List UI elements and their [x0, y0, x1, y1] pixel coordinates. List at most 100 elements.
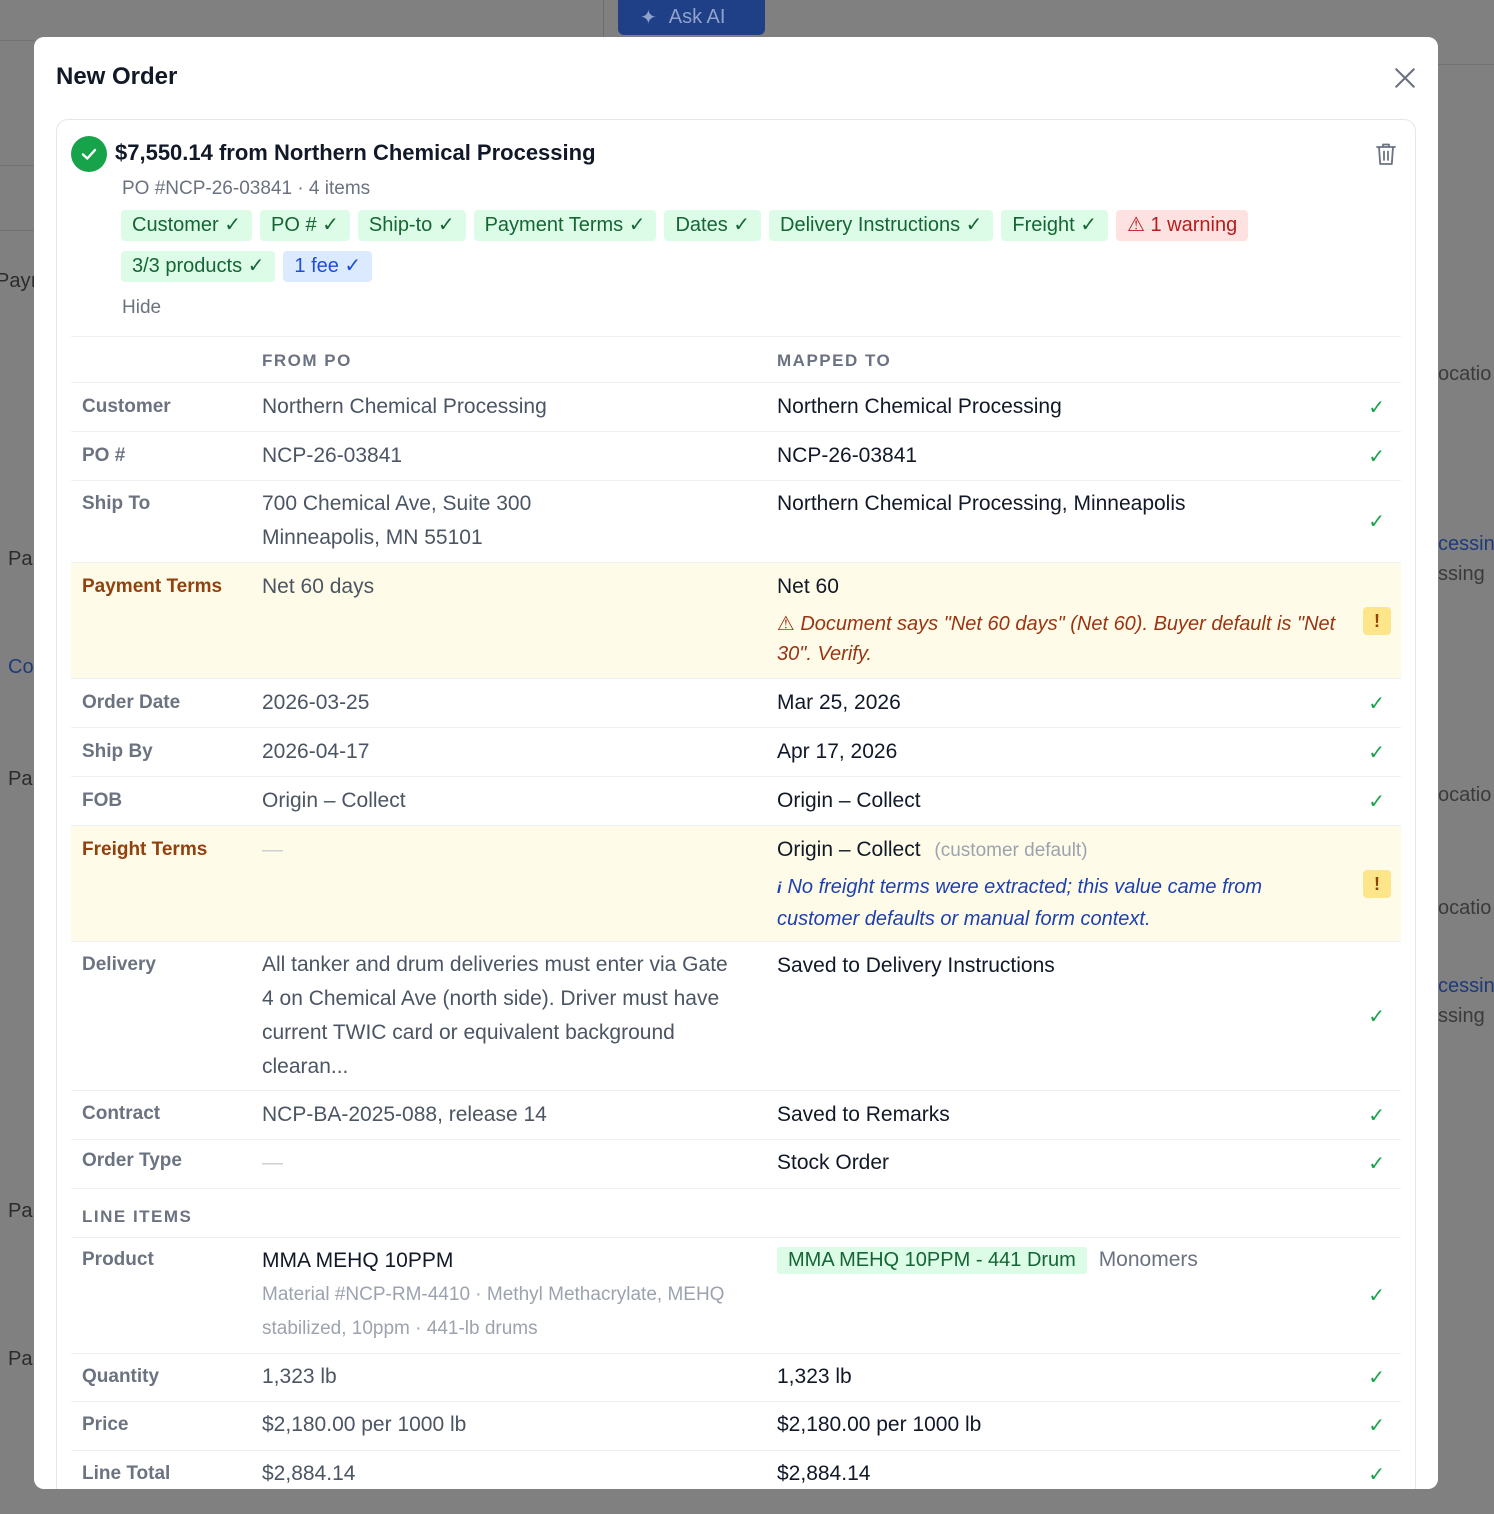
row-from: Origin – Collect	[262, 789, 406, 812]
bg-fragment: ocatio	[1438, 363, 1492, 385]
order-card: $7,550.14 from Northern Chemical Process…	[56, 119, 1416, 1489]
row-label: Freight Terms	[82, 839, 208, 860]
warning-icon: !	[1363, 870, 1391, 898]
bg-fragment: Co	[8, 656, 34, 678]
row-label: Quantity	[82, 1366, 160, 1387]
row-label: Payment Terms	[82, 576, 223, 597]
row-to: Origin – Collect	[777, 789, 921, 812]
table-row-warning: Freight Terms — Origin – Collect (custom…	[71, 825, 1401, 941]
row-to: Apr 17, 2026	[777, 740, 898, 763]
row-to: Northern Chemical Processing, Minneapoli…	[777, 492, 1186, 515]
table-row: Contract NCP-BA-2025-088, release 14 Sav…	[71, 1090, 1401, 1139]
row-label: Customer	[82, 396, 171, 417]
hide-toggle[interactable]: Hide	[122, 297, 161, 319]
row-to: $2,884.14	[777, 1462, 871, 1485]
chip-customer: Customer ✓	[121, 210, 253, 241]
table-row: Order Date 2026-03-25 Mar 25, 2026 ✓	[71, 678, 1401, 727]
bg-divider	[0, 165, 34, 166]
mapping-table: FROM PO MAPPED TO Customer Northern Chem…	[71, 336, 1401, 1489]
ask-ai-button[interactable]: ✦ Ask AI	[618, 0, 765, 35]
table-row: Price $2,180.00 per 1000 lb $2,180.00 pe…	[71, 1401, 1401, 1450]
row-label: Line Total	[82, 1463, 171, 1484]
bg-fragment: cessin	[1438, 533, 1494, 555]
table-row: Ship By 2026-04-17 Apr 17, 2026 ✓	[71, 727, 1401, 776]
chip-fee: 1 fee ✓	[283, 251, 373, 282]
row-from: $2,180.00 per 1000 lb	[262, 1413, 467, 1436]
table-row: Customer Northern Chemical Processing No…	[71, 382, 1401, 431]
check-icon: ✓	[1368, 742, 1385, 764]
ask-ai-label: Ask AI	[668, 6, 726, 28]
warning-icon: !	[1363, 607, 1391, 635]
mapped-product-chip[interactable]: MMA MEHQ 10PPM - 441 Drum	[777, 1247, 1087, 1274]
chip-payment-terms: Payment Terms ✓	[473, 210, 657, 241]
default-tag: (customer default)	[934, 840, 1088, 861]
row-from: 700 Chemical Ave, Suite 300 Minneapolis,…	[262, 487, 732, 555]
bg-divider	[603, 0, 604, 37]
table-row: PO # NCP-26-03841 NCP-26-03841 ✓	[71, 431, 1401, 480]
table-header: FROM PO MAPPED TO	[71, 336, 1401, 382]
po-subline: PO #NCP-26-03841 · 4 items	[122, 178, 371, 199]
check-icon: ✓	[1368, 397, 1385, 419]
row-to: Northern Chemical Processing	[777, 395, 1062, 418]
row-from: 2026-03-25	[262, 691, 370, 714]
bg-fragment: Payı	[0, 270, 37, 292]
row-label: Delivery	[82, 954, 156, 975]
line-items-header: LINE ITEMS	[71, 1188, 1401, 1237]
bg-divider	[0, 40, 34, 41]
check-circle-icon	[71, 136, 107, 172]
row-from-empty: —	[262, 838, 283, 861]
product-category: Monomers	[1098, 1248, 1198, 1271]
table-row: Order Type — Stock Order ✓	[71, 1139, 1401, 1188]
row-label: Product	[82, 1249, 154, 1270]
table-row-warning: Payment Terms Net 60 days Net 60 ⚠ Docum…	[71, 562, 1401, 678]
row-to: 1,323 lb	[777, 1365, 852, 1388]
row-label: Ship To	[82, 493, 151, 514]
info-note: i No freight terms were extracted; this v…	[777, 872, 1337, 934]
trash-icon[interactable]	[1375, 142, 1397, 166]
row-to: NCP-26-03841	[777, 444, 918, 467]
bg-fragment: Pa	[8, 1200, 33, 1222]
bg-fragment: ocatio	[1438, 897, 1492, 919]
check-icon: ✓	[1368, 446, 1385, 468]
close-icon[interactable]	[1392, 65, 1418, 91]
product-name: MMA MEHQ 10PPM	[262, 1249, 454, 1272]
chip-freight: Freight ✓	[1001, 210, 1108, 241]
row-to: Mar 25, 2026	[777, 691, 901, 714]
bg-fragment: ssing	[1438, 563, 1485, 585]
row-label: PO #	[82, 445, 126, 466]
chip-warning: ⚠ 1 warning	[1115, 210, 1249, 241]
chip-dates: Dates ✓	[664, 210, 762, 241]
chip-po: PO # ✓	[260, 210, 350, 241]
row-label: Order Date	[82, 692, 181, 713]
mapped-value: Origin – Collect	[777, 838, 921, 861]
table-row: Ship To 700 Chemical Ave, Suite 300 Minn…	[71, 480, 1401, 562]
bg-fragment: Pa	[8, 1348, 33, 1370]
row-label: Contract	[82, 1103, 161, 1124]
bg-fragment: ocatio	[1438, 784, 1492, 806]
row-from: NCP-26-03841	[262, 444, 403, 467]
check-icon: ✓	[1368, 1285, 1385, 1307]
header-from-po: FROM PO	[262, 351, 352, 370]
modal-title: New Order	[56, 63, 178, 90]
bg-fragment: ssing	[1438, 1005, 1485, 1027]
row-from: Net 60 days	[262, 575, 375, 598]
row-to: MMA MEHQ 10PPM - 441 Drum Monomers	[777, 1247, 1337, 1274]
check-icon: ✓	[1368, 1105, 1385, 1127]
row-from: MMA MEHQ 10PPM Material #NCP-RM-4410 · M…	[262, 1244, 732, 1346]
info-icon: i	[777, 880, 782, 897]
row-label: FOB	[82, 790, 123, 811]
chip-ship-to: Ship-to ✓	[357, 210, 466, 241]
row-to: Net 60 ⚠ Document says "Net 60 days" (Ne…	[777, 575, 1337, 669]
warning-note: ⚠ Document says "Net 60 days" (Net 60). …	[777, 613, 1336, 665]
table-row: Quantity 1,323 lb 1,323 lb ✓	[71, 1353, 1401, 1401]
chip-products: 3/3 products ✓	[121, 251, 276, 282]
row-from-empty: —	[262, 1151, 283, 1174]
bg-fragment: Pa	[8, 548, 33, 570]
chip-delivery-instructions: Delivery Instructions ✓	[769, 210, 994, 241]
check-icon: ✓	[1368, 791, 1385, 813]
check-icon: ✓	[1368, 1006, 1385, 1028]
sparkle-icon: ✦	[640, 7, 657, 29]
check-icon: ✓	[1368, 1415, 1385, 1437]
row-to: $2,180.00 per 1000 lb	[777, 1413, 982, 1436]
row-to: Stock Order	[777, 1151, 890, 1174]
